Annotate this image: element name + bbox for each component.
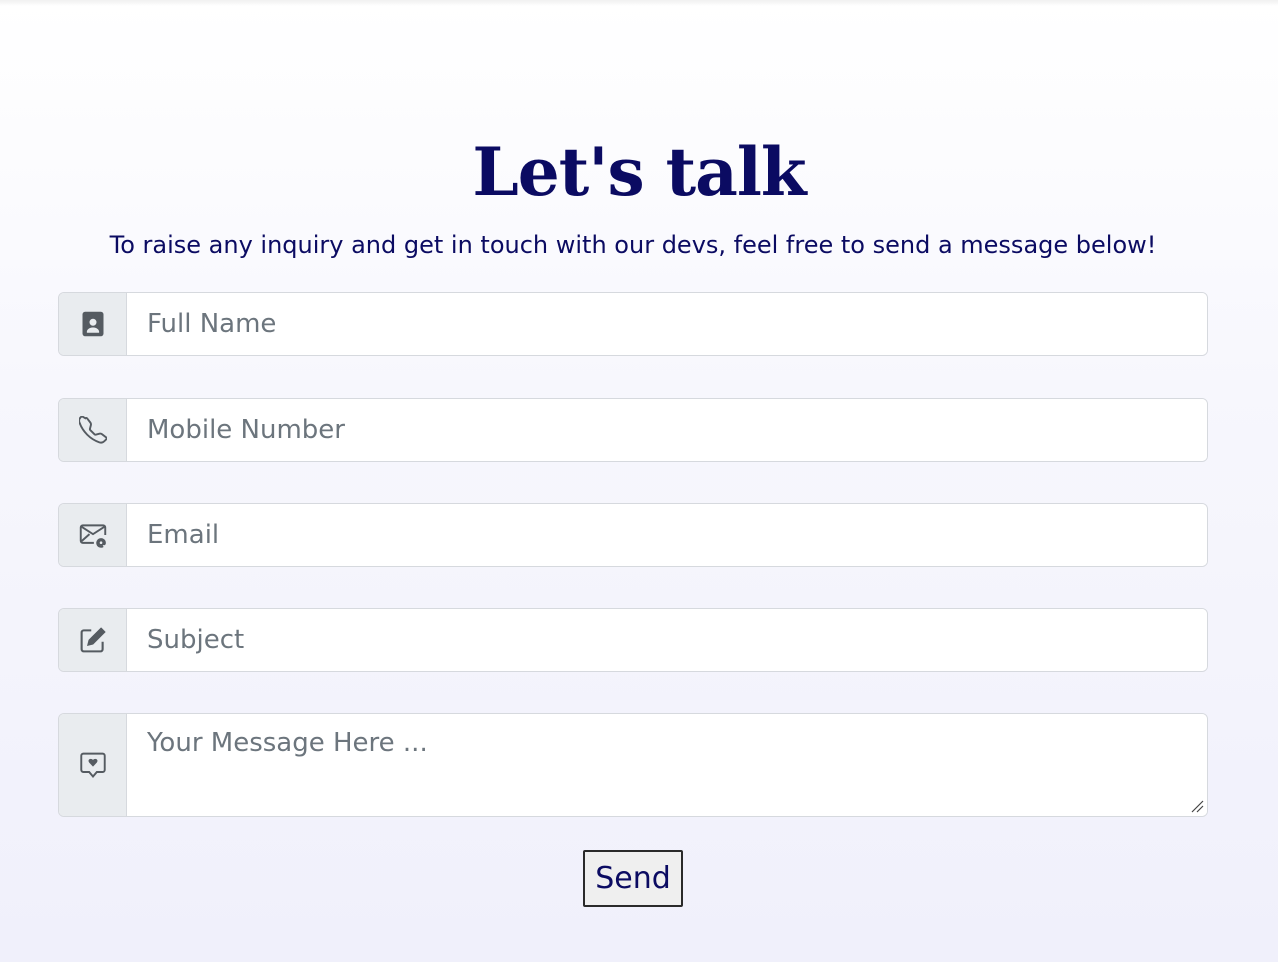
person-badge-icon [59, 293, 127, 355]
full-name-input[interactable] [127, 293, 1207, 355]
message-textarea[interactable] [127, 714, 1207, 816]
subject-input[interactable] [127, 609, 1207, 671]
mobile-number-group [58, 398, 1208, 462]
top-shadow [0, 0, 1278, 6]
mobile-number-input[interactable] [127, 399, 1207, 461]
subject-group [58, 608, 1208, 672]
message-group [58, 713, 1208, 817]
email-group [58, 503, 1208, 567]
send-button[interactable]: Send [583, 850, 683, 907]
chat-heart-icon [59, 714, 127, 816]
telephone-icon [59, 399, 127, 461]
pencil-square-icon [59, 609, 127, 671]
envelope-at-icon [59, 504, 127, 566]
resize-grip-icon[interactable] [1190, 799, 1204, 813]
email-input[interactable] [127, 504, 1207, 566]
full-name-group [58, 292, 1208, 356]
page-subtitle: To raise any inquiry and get in touch wi… [109, 231, 1157, 259]
page-title: Let's talk [472, 133, 806, 211]
